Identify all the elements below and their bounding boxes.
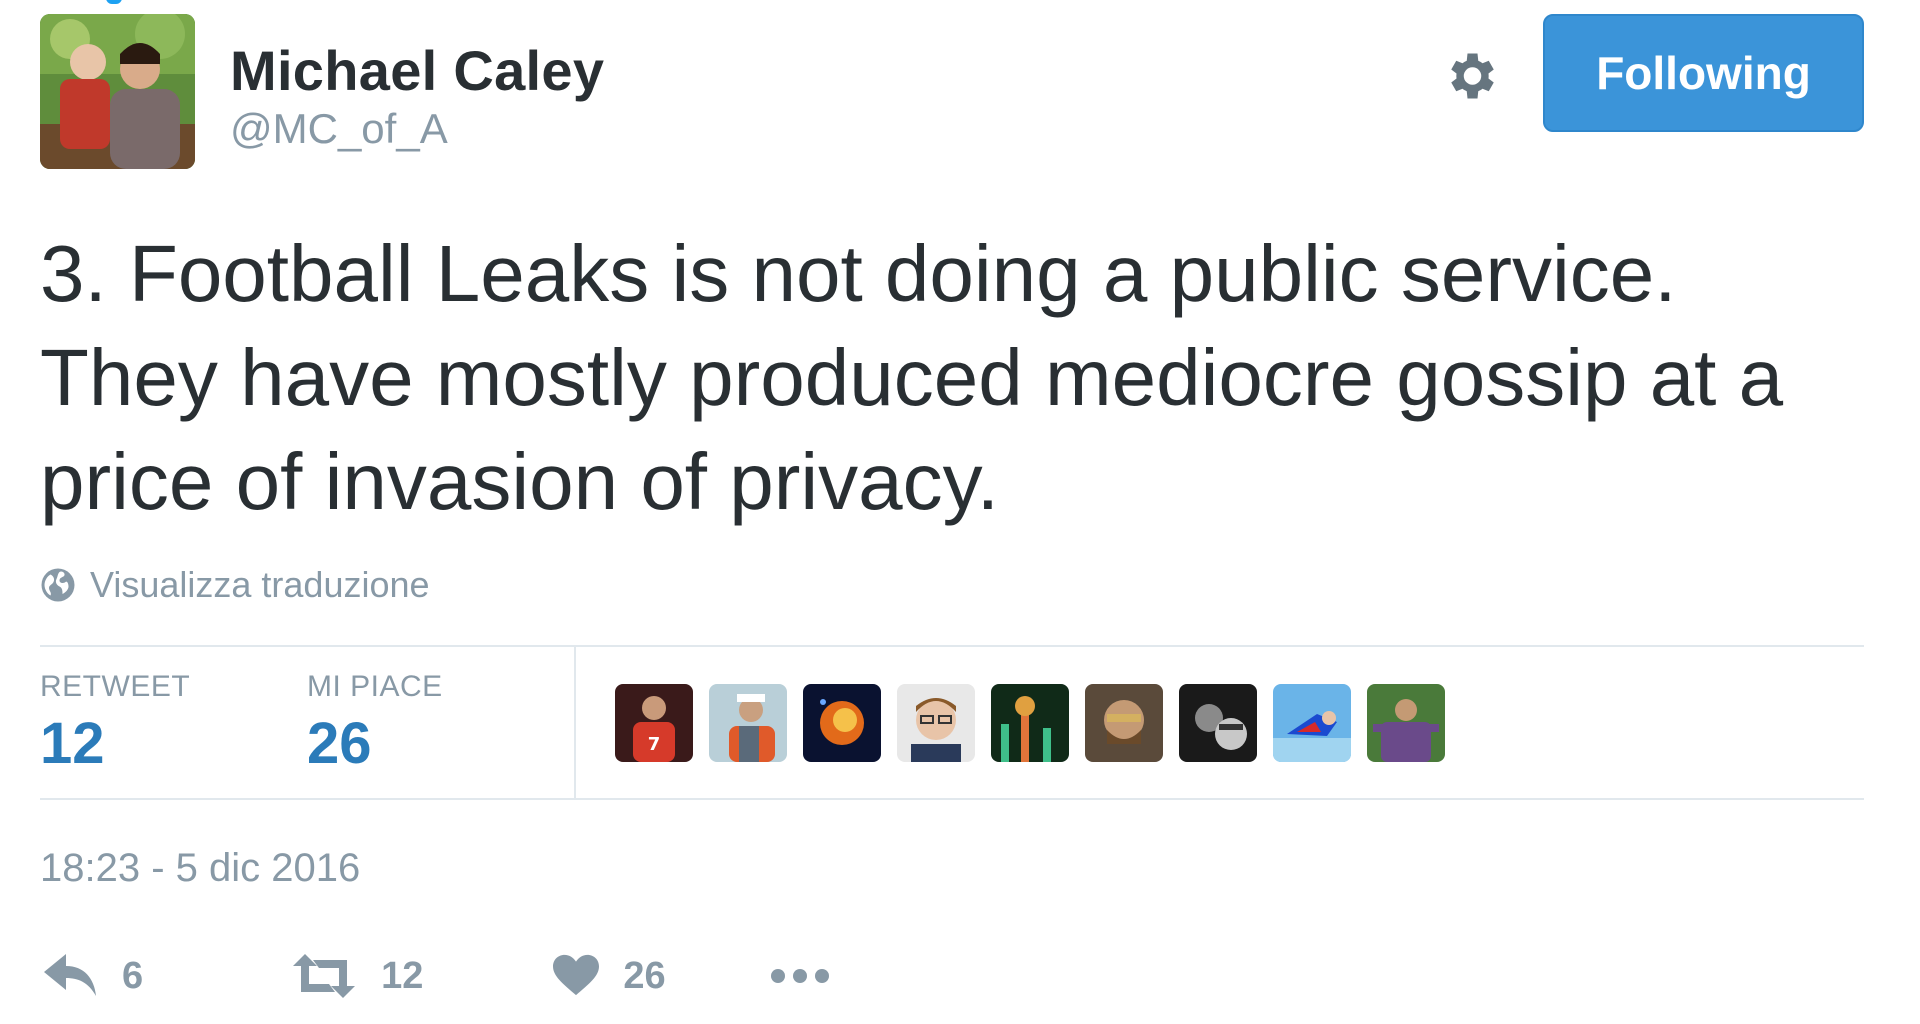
retweet-count: 12 (381, 954, 424, 997)
top-edge-mark (106, 0, 122, 4)
author-name[interactable]: Michael Caley (230, 38, 604, 103)
tweet-text-line: 3. Football Leaks is not doing a public … (40, 229, 1677, 318)
heart-icon (553, 954, 600, 996)
profile-photo-icon (40, 14, 195, 169)
like-button[interactable]: 26 (553, 954, 666, 998)
globe-icon (41, 568, 75, 602)
liker-avatar-4[interactable] (897, 684, 975, 762)
tweet-card: Michael Caley @MC_of_A Following 3. Foot… (0, 0, 1920, 1024)
author-avatar[interactable] (40, 14, 195, 169)
retweet-icon (293, 954, 356, 998)
more-button[interactable] (770, 968, 830, 984)
more-dots-icon (770, 969, 829, 983)
liker-avatar-1[interactable]: 7 (615, 684, 693, 762)
tweet-text-line: They have mostly produced mediocre gossi… (40, 333, 1784, 422)
liker-avatar-7[interactable] (1179, 684, 1257, 762)
stats-vertical-divider (574, 645, 576, 800)
stats-divider-top (40, 645, 1864, 647)
liker-avatar-9[interactable] (1367, 684, 1445, 762)
retweet-stat[interactable]: RETWEET 12 (40, 670, 190, 777)
reply-icon (44, 954, 96, 996)
translate-label: Visualizza traduzione (90, 564, 430, 605)
reply-count: 6 (122, 954, 144, 997)
svg-text:7: 7 (648, 734, 661, 755)
tweet-text: 3. Football Leaks is not doing a public … (40, 222, 1840, 534)
translate-link[interactable]: Visualizza traduzione (40, 560, 430, 610)
following-button[interactable]: Following (1543, 14, 1864, 132)
like-count: 26 (623, 954, 666, 997)
retweet-stat-count: 12 (40, 711, 105, 776)
retweet-stat-label: RETWEET (40, 670, 191, 703)
likes-stat-count: 26 (307, 711, 372, 776)
author-handle[interactable]: @MC_of_A (230, 105, 448, 153)
tweet-timestamp[interactable]: 18:23 - 5 dic 2016 (40, 846, 360, 891)
liker-avatar-2[interactable] (709, 684, 787, 762)
liker-avatar-6[interactable] (1085, 684, 1163, 762)
retweet-button[interactable]: 12 (291, 954, 423, 998)
likes-stat[interactable]: MI PIACE 26 (307, 670, 443, 777)
liker-avatars: 7 (615, 684, 1445, 762)
tweet-actions: 6 12 26 (40, 946, 830, 1006)
gear-icon[interactable] (1440, 46, 1500, 106)
likes-stat-label: MI PIACE (307, 670, 443, 703)
stats-divider-bottom (40, 798, 1864, 800)
reply-button[interactable]: 6 (44, 954, 143, 998)
liker-avatar-8[interactable] (1273, 684, 1351, 762)
tweet-text-line: price of invasion of privacy. (40, 437, 999, 526)
liker-avatar-3[interactable] (803, 684, 881, 762)
liker-avatar-5[interactable] (991, 684, 1069, 762)
